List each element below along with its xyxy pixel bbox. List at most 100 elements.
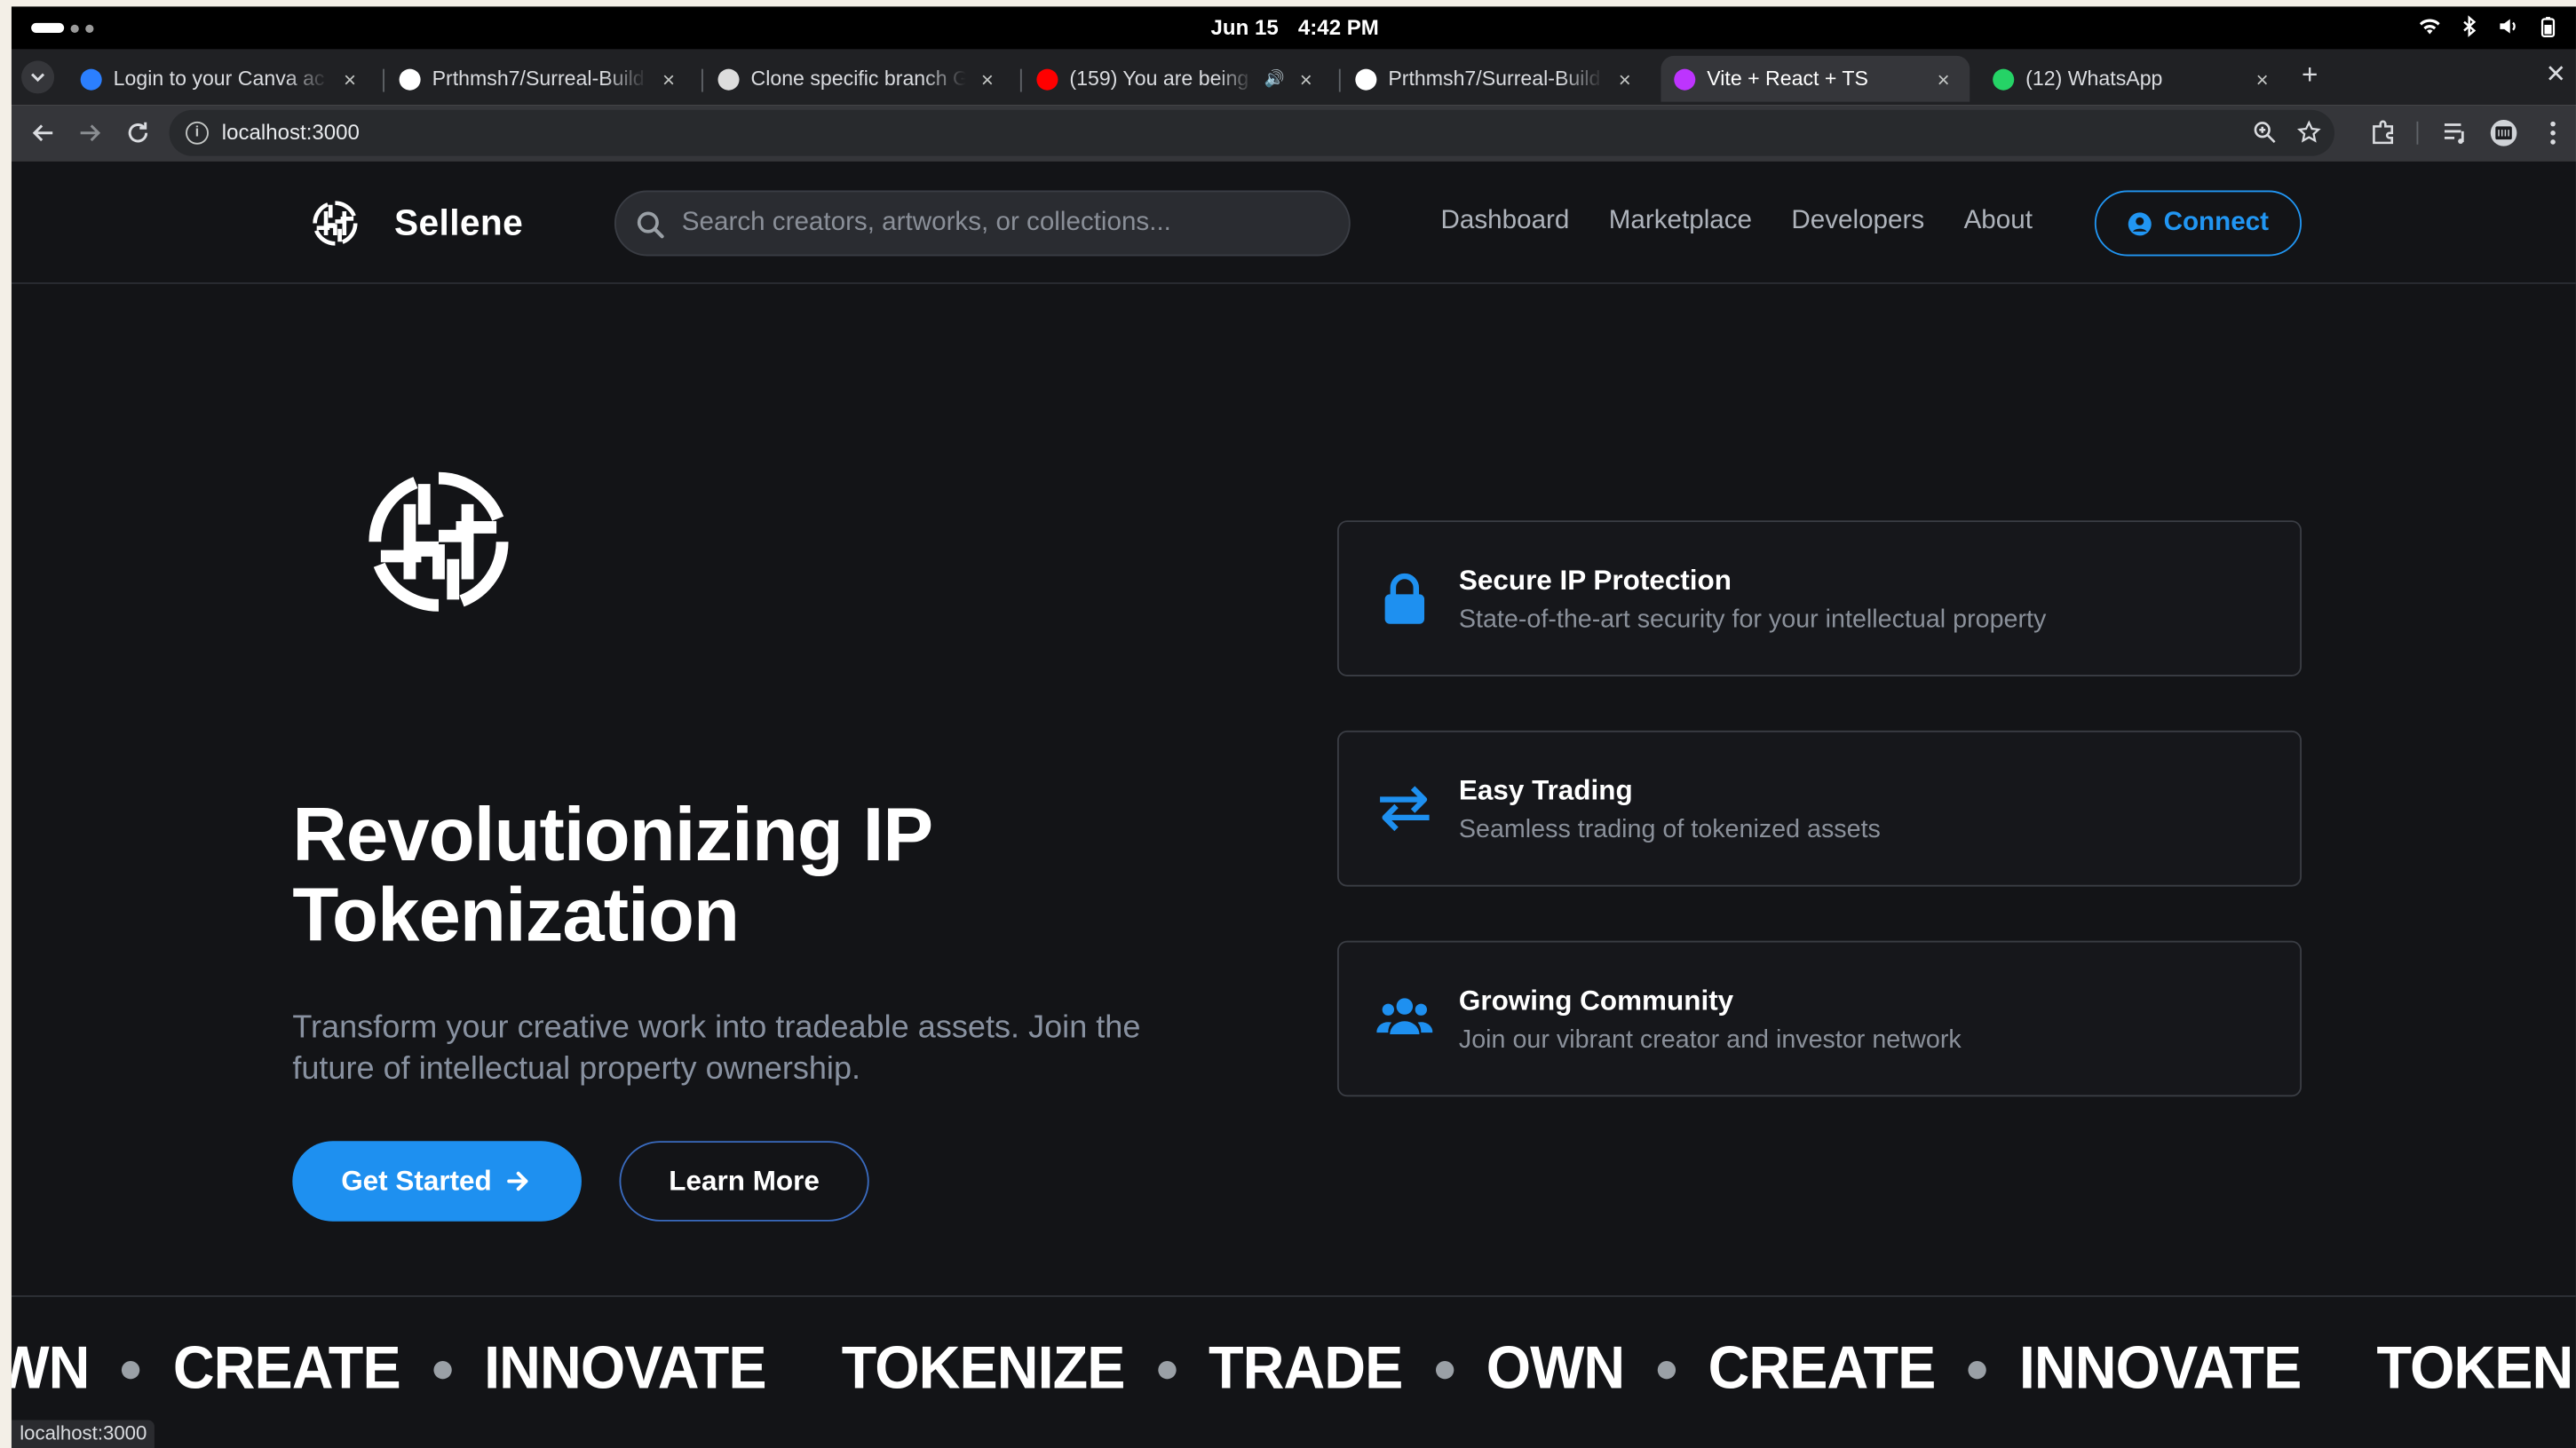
marquee-word: WN (12, 1334, 90, 1403)
feature-description: Join our vibrant creator and investor ne… (1458, 1025, 1962, 1055)
swap-arrows-icon (1380, 786, 1430, 832)
tab-close-button[interactable]: × (340, 67, 360, 91)
profile-avatar-icon[interactable] (2489, 118, 2518, 147)
feature-title: Easy Trading (1458, 774, 1633, 806)
os-date: Jun 15 (1210, 14, 1279, 40)
battery-icon (2540, 17, 2556, 38)
marquee-bullet (122, 1360, 140, 1379)
tab-title: Login to your Canva ac (113, 67, 325, 91)
os-clock[interactable]: Jun 15 4:42 PM (1211, 15, 1399, 40)
users-icon (1376, 998, 1433, 1034)
tab-close-button[interactable]: × (1296, 67, 1316, 91)
arrow-right-icon (507, 1171, 529, 1191)
github-icon (399, 67, 421, 90)
feature-description: Seamless trading of tokenized assets (1458, 816, 1881, 844)
feature-title: Growing Community (1458, 985, 1734, 1017)
marquee-word: TOKENIZE (841, 1334, 1126, 1403)
browser-tab[interactable]: Prthmsh7/Surreal-Build × (386, 56, 695, 102)
tab-close-button[interactable]: × (2252, 67, 2271, 91)
screen-frame-left (0, 0, 12, 1448)
zoom-icon[interactable] (2252, 120, 2277, 145)
user-circle-icon (2128, 211, 2152, 235)
marquee-word: CREATE (1708, 1334, 1937, 1403)
browser-tab-strip: Login to your Canva ac × Prthmsh7/Surreal-… (11, 49, 2576, 106)
tab-search-button[interactable] (21, 60, 55, 94)
address-url[interactable]: localhost:3000 (222, 120, 360, 145)
get-started-button[interactable]: Get Started (292, 1141, 582, 1222)
nav-marketplace[interactable]: Marketplace (1609, 207, 1752, 236)
browser-tab[interactable]: (12) WhatsApp × (1979, 56, 2288, 102)
nav-developers[interactable]: Developers (1791, 207, 1924, 236)
tab-title: Prthmsh7/Surreal-Build (1388, 67, 1601, 91)
connect-wallet-button[interactable]: Connect (2094, 190, 2302, 257)
hero-logo-icon (369, 471, 509, 612)
marquee-word: CREATE (172, 1334, 401, 1403)
os-top-bar: Jun 15 4:42 PM (11, 6, 2576, 50)
canva-icon (80, 67, 102, 90)
workspace-active-pill (31, 22, 65, 33)
browser-menu-icon[interactable] (2538, 118, 2567, 147)
lock-icon (1384, 573, 1425, 624)
marquee-word: TOKENIZE (2376, 1334, 2576, 1403)
back-arrow-icon[interactable] (28, 118, 57, 147)
feature-card-easy-trading[interactable]: Easy Trading Seamless trading of tokeniz… (1336, 730, 2302, 887)
browser-tab[interactable]: Login to your Canva ac × (67, 56, 376, 102)
search-icon (637, 211, 664, 239)
address-bar[interactable]: i localhost:3000 (169, 109, 2334, 156)
site-header: Sellene Dashboard Marketplace Developers… (11, 161, 2576, 284)
tab-separator (1019, 68, 1022, 92)
nav-dashboard[interactable]: Dashboard (1441, 207, 1570, 236)
window-close-button[interactable]: ✕ (2546, 59, 2566, 88)
feature-card-growing-community[interactable]: Growing Community Join our vibrant creat… (1336, 940, 2302, 1097)
new-tab-button[interactable]: + (2302, 59, 2318, 92)
workspace-indicator[interactable] (31, 22, 94, 33)
marquee-bullet (1435, 1360, 1454, 1379)
tab-audio-icon[interactable]: 🔊 (1264, 70, 1285, 88)
screen: Jun 15 4:42 PM Login to your Canva ac × Prt… (0, 0, 2576, 1448)
sellene-logo-icon[interactable] (313, 201, 359, 247)
tab-close-button[interactable]: × (1934, 67, 1954, 91)
browser-toolbar: i localhost:3000 (11, 105, 2576, 162)
hero-title: Revolutionizing IP Tokenization (292, 791, 931, 958)
browser-tab[interactable]: Vite + React + TS × (1661, 55, 1970, 102)
toolbar-divider (2416, 121, 2419, 145)
tab-title: Prthmsh7/Surreal-Build (432, 67, 645, 91)
search-input[interactable] (681, 192, 1336, 255)
reload-icon[interactable] (123, 118, 153, 147)
tab-close-button[interactable]: × (1615, 67, 1635, 91)
whatsapp-icon (1993, 67, 2015, 90)
screen-frame-top (0, 0, 2576, 7)
marquee-divider (11, 1295, 2576, 1297)
feature-card-secure-ip[interactable]: Secure IP Protection State-of-the-art se… (1336, 520, 2302, 677)
tab-close-button[interactable]: × (659, 67, 678, 91)
browser-tab[interactable]: Prthmsh7/Surreal-Build × (1343, 56, 1652, 102)
workspace-dot (85, 23, 94, 33)
nav-about[interactable]: About (1964, 207, 2033, 236)
vite-icon (1674, 67, 1696, 90)
browser-tab[interactable]: Clone specific branch G × (705, 56, 1014, 102)
tab-separator (383, 68, 384, 92)
forward-arrow-icon[interactable] (75, 118, 105, 147)
marquee-bullet (1968, 1360, 1986, 1379)
connect-label: Connect (2163, 208, 2269, 237)
tab-close-button[interactable]: × (978, 67, 997, 91)
link-status-bubble: localhost:3000 (11, 1420, 155, 1448)
bluetooth-icon (2463, 15, 2477, 37)
feature-title: Secure IP Protection (1458, 565, 1732, 597)
brand-name[interactable]: Sellene (394, 202, 523, 244)
extensions-puzzle-icon[interactable] (2369, 118, 2398, 147)
keyword-marquee: WN CREATE INNOVATE TOKENIZE TRADE OWN CREATE IN… (12, 1334, 2576, 1403)
marquee-word: INNOVATE (2018, 1334, 2303, 1403)
marquee-bullet (1157, 1360, 1176, 1379)
os-time: 4:42 PM (1297, 14, 1379, 40)
github-icon (1355, 67, 1377, 90)
bookmark-star-icon[interactable] (2296, 120, 2321, 145)
browser-tab[interactable]: (159) You are being 🔊 × (1024, 56, 1333, 102)
learn-more-button[interactable]: Learn More (619, 1141, 869, 1222)
site-search (614, 190, 1351, 257)
system-tray[interactable] (2418, 15, 2559, 38)
marquee-bullet (1657, 1360, 1676, 1379)
media-queue-icon[interactable] (2441, 118, 2470, 147)
site-info-icon[interactable]: i (186, 121, 209, 145)
omnibox-actions (2252, 120, 2321, 145)
